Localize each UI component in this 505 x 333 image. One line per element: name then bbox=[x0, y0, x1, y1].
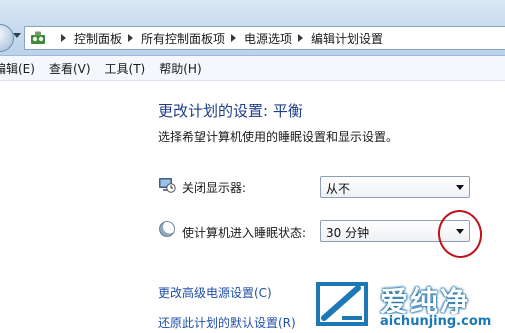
restore-defaults-link[interactable]: 还原此计划的默认设置(R) bbox=[158, 314, 296, 331]
address-box[interactable]: 控制面板 所有控制面板项 电源选项 编辑计划设置 bbox=[24, 26, 505, 50]
breadcrumb: 控制面板 所有控制面板项 电源选项 编辑计划设置 bbox=[55, 27, 383, 49]
sleep-value: 30 分钟 bbox=[326, 226, 370, 240]
page-title: 更改计划的设置: 平衡 bbox=[158, 102, 303, 120]
page-subtitle: 选择希望计算机使用的睡眠设置和显示设置。 bbox=[158, 130, 399, 144]
breadcrumb-edit-plan[interactable]: 编辑计划设置 bbox=[311, 30, 383, 47]
watermark-logo-icon bbox=[316, 282, 368, 326]
breadcrumb-separator-icon[interactable] bbox=[298, 34, 304, 42]
breadcrumb-control-panel[interactable]: 控制面板 bbox=[74, 30, 122, 47]
highlight-circle bbox=[434, 207, 486, 261]
control-panel-icon bbox=[31, 31, 45, 44]
recent-pages-dropdown-icon[interactable] bbox=[13, 33, 21, 38]
forward-button[interactable] bbox=[0, 24, 14, 52]
moon-sleep-icon bbox=[159, 220, 176, 237]
monitor-clock-icon bbox=[159, 178, 176, 193]
breadcrumb-separator-icon[interactable] bbox=[231, 34, 237, 42]
breadcrumb-power-options[interactable]: 电源选项 bbox=[244, 30, 292, 47]
watermark-url: aichunjing.com bbox=[378, 314, 494, 329]
menu-bar: 编辑(E) 查看(V) 工具(T) 帮助(H) bbox=[0, 56, 505, 81]
address-bar: 控制面板 所有控制面板项 电源选项 编辑计划设置 bbox=[0, 0, 505, 56]
breadcrumb-separator-icon[interactable] bbox=[128, 34, 134, 42]
turn-off-display-select[interactable]: 从不 bbox=[320, 176, 470, 198]
menu-view[interactable]: 查看(V) bbox=[49, 60, 91, 77]
breadcrumb-separator-icon[interactable] bbox=[61, 34, 66, 42]
turn-off-display-label: 关闭显示器: bbox=[182, 181, 247, 195]
turn-off-display-value: 从不 bbox=[326, 182, 351, 196]
menu-edit[interactable]: 编辑(E) bbox=[0, 60, 35, 77]
advanced-power-settings-link[interactable]: 更改高级电源设置(C) bbox=[158, 284, 272, 301]
sleep-label: 使计算机进入睡眠状态: bbox=[182, 226, 307, 240]
chevron-down-icon bbox=[456, 185, 464, 190]
menu-tools[interactable]: 工具(T) bbox=[105, 60, 146, 77]
breadcrumb-all-items[interactable]: 所有控制面板项 bbox=[141, 30, 225, 47]
menu-help[interactable]: 帮助(H) bbox=[159, 60, 201, 77]
